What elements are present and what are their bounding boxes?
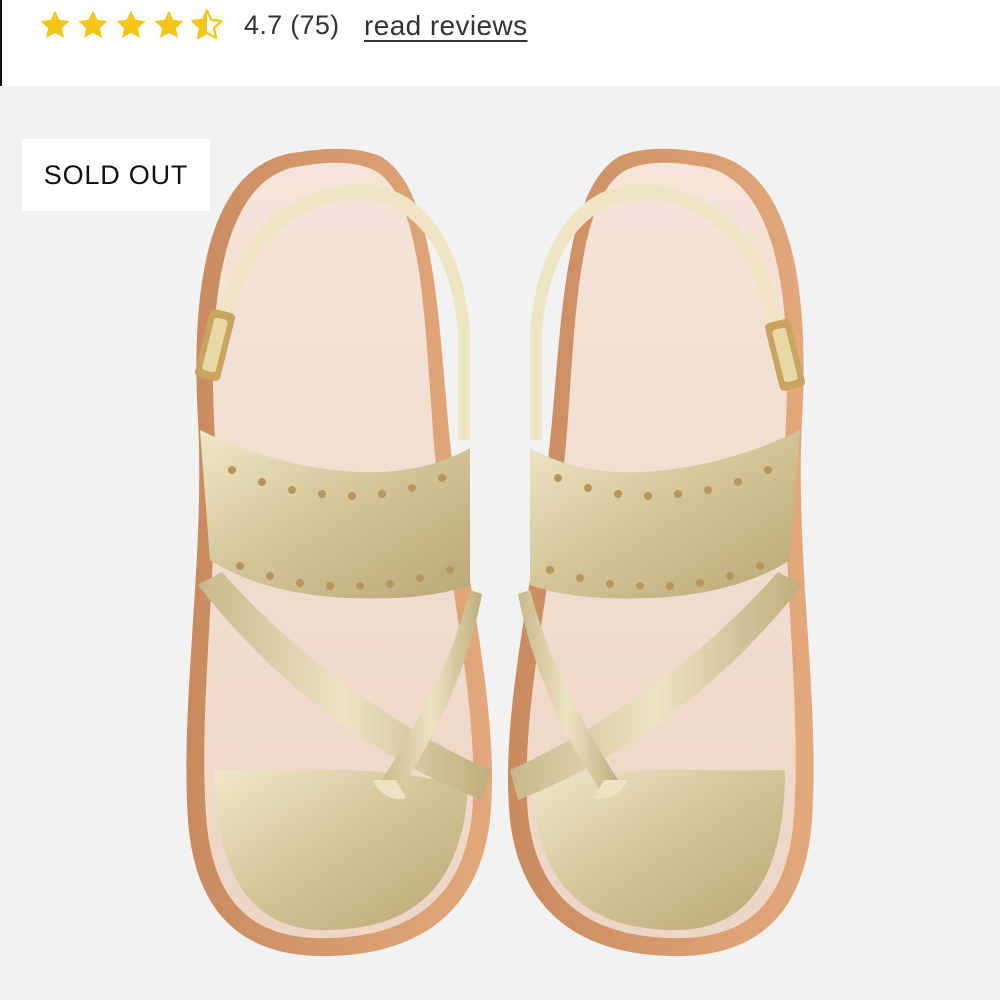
star-rating[interactable] — [38, 8, 224, 42]
page-edge — [0, 0, 2, 86]
star-icon — [38, 8, 72, 42]
star-half-icon — [190, 8, 224, 42]
star-icon — [152, 8, 186, 42]
right-sandal — [508, 148, 814, 957]
read-reviews-link[interactable]: read reviews — [364, 10, 528, 42]
left-sandal — [186, 148, 492, 957]
sold-out-badge: SOLD OUT — [22, 139, 210, 211]
rating-summary: 4.7 (75) — [244, 10, 340, 40]
star-icon — [76, 8, 110, 42]
product-page: 4.7 (75) read reviews SOLD OUT — [0, 0, 1000, 1000]
product-image[interactable] — [0, 86, 1000, 1000]
rating-bar: 4.7 (75) read reviews — [0, 0, 1000, 86]
star-icon — [114, 8, 148, 42]
